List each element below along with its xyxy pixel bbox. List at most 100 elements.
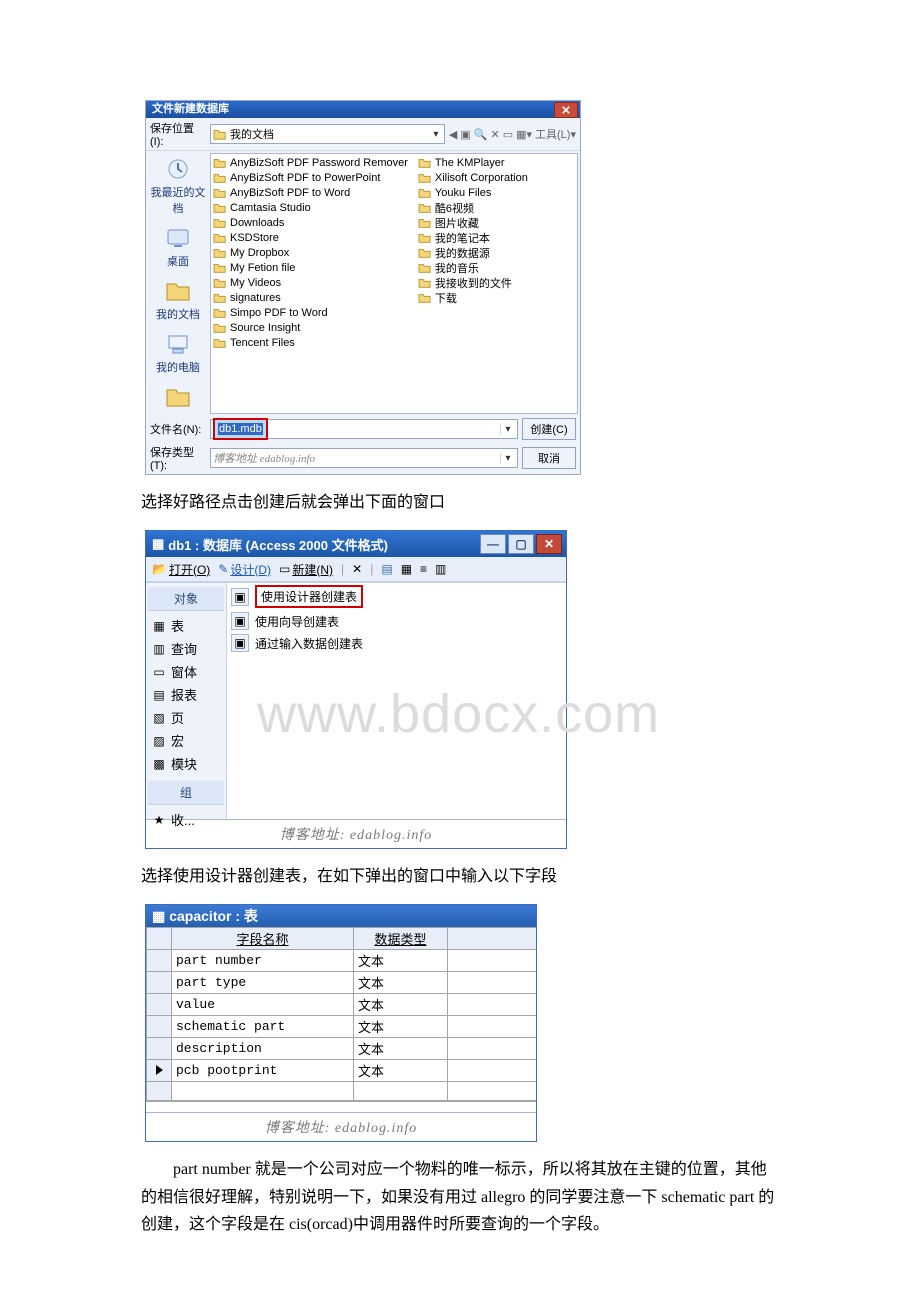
field-type-cell[interactable]: 文本 [354,1016,448,1038]
file-item[interactable]: Source Insight [213,321,408,335]
table-row[interactable]: part type文本 [147,972,537,994]
design-button[interactable]: ✎设计(D) [218,561,271,578]
file-item[interactable]: KSDStore [213,231,408,245]
field-type-cell[interactable]: 文本 [354,994,448,1016]
nav-item[interactable]: ▧页 [146,706,226,729]
row-selector[interactable] [147,950,172,972]
row-selector[interactable] [147,972,172,994]
maximize-icon[interactable]: ▢ [508,534,534,554]
file-item[interactable]: My Fetion file [213,261,408,275]
file-item[interactable]: My Dropbox [213,246,408,260]
option-designer[interactable]: ▣ 使用设计器创建表 [227,583,566,610]
field-extra-cell[interactable] [448,972,537,994]
option-entry[interactable]: ▣ 通过输入数据创建表 [227,632,566,654]
field-name-cell[interactable]: schematic part [172,1016,354,1038]
view-small-icon[interactable]: ▦ [401,562,412,576]
field-type-cell[interactable]: 文本 [354,950,448,972]
file-item[interactable]: My Videos [213,276,408,290]
sidebar-item-desktop[interactable]: 桌面 [146,224,210,269]
folder-icon [418,246,432,260]
row-selector[interactable] [147,994,172,1016]
file-item[interactable]: signatures [213,291,408,305]
field-name-cell[interactable]: value [172,994,354,1016]
new-button[interactable]: ▭新建(N) [279,561,333,578]
file-item[interactable]: AnyBizSoft PDF to Word [213,186,408,200]
field-extra-cell[interactable] [448,950,537,972]
field-extra-cell[interactable] [448,994,537,1016]
delete-icon[interactable]: ✕ [490,128,499,141]
nav-item[interactable]: ▦表 [146,614,226,637]
field-name-cell[interactable]: part number [172,950,354,972]
file-item[interactable]: Downloads [213,216,408,230]
table-row[interactable]: description文本 [147,1038,537,1060]
open-button[interactable]: 📂打开(O) [152,561,210,578]
file-item[interactable]: Simpo PDF to Word [213,306,408,320]
view-list-icon[interactable]: ≡ [420,562,427,576]
table-row[interactable]: pcb pootprint文本 [147,1060,537,1082]
filetype-field[interactable]: 博客地址 edablog.info ▾ [210,448,518,468]
filename-field[interactable]: db1.mdb ▾ [210,419,518,439]
option-wizard[interactable]: ▣ 使用向导创建表 [227,610,566,632]
file-item[interactable]: Xilisoft Corporation [418,171,575,185]
chevron-down-icon[interactable]: ▾ [500,453,515,464]
views-icon[interactable]: ▦▾ [516,128,532,141]
field-extra-cell[interactable] [448,1060,537,1082]
field-name-cell[interactable]: pcb pootprint [172,1060,354,1082]
row-selector[interactable] [147,1016,172,1038]
file-item[interactable]: 我的笔记本 [418,231,575,245]
file-item[interactable]: The KMPlayer [418,156,575,170]
file-list[interactable]: AnyBizSoft PDF Password RemoverAnyBizSof… [210,153,578,414]
file-item[interactable]: Camtasia Studio [213,201,408,215]
file-item[interactable]: 图片收藏 [418,216,575,230]
file-name: 图片收藏 [435,215,479,231]
table-row[interactable]: value文本 [147,994,537,1016]
up-icon[interactable]: ▣ [460,128,470,141]
view-large-icon[interactable]: ▤ [381,562,392,576]
field-extra-cell[interactable] [448,1016,537,1038]
field-type-cell[interactable]: 文本 [354,1038,448,1060]
nav-item[interactable]: ▨宏 [146,729,226,752]
file-item[interactable]: AnyBizSoft PDF to PowerPoint [213,171,408,185]
file-item[interactable]: AnyBizSoft PDF Password Remover [213,156,408,170]
chevron-down-icon[interactable]: ▾ [500,424,515,435]
back-icon[interactable]: ◀ [449,128,457,141]
field-type-cell[interactable]: 文本 [354,972,448,994]
file-item[interactable]: 下载 [418,291,575,305]
nav-item[interactable]: ▤报表 [146,683,226,706]
nav-item[interactable]: ▭窗体 [146,660,226,683]
field-extra-cell[interactable] [448,1038,537,1060]
row-selector[interactable] [147,1038,172,1060]
nav-item[interactable]: ▩模块 [146,752,226,775]
row-selector[interactable] [147,1060,172,1082]
create-button[interactable]: 创建(C) [522,418,576,440]
sidebar-item-mydocs[interactable]: 我的文档 [146,277,210,322]
table-row[interactable]: part number文本 [147,950,537,972]
file-item[interactable]: 酷6视频 [418,201,575,215]
minimize-icon[interactable]: — [480,534,506,554]
close-icon[interactable]: ✕ [536,534,562,554]
sidebar-item-extra[interactable] [146,383,210,412]
nav-item[interactable]: ▥查询 [146,637,226,660]
field-name-cell[interactable]: description [172,1038,354,1060]
tools-menu[interactable]: 工具(L)▾ [535,126,576,142]
table-row[interactable]: schematic part文本 [147,1016,537,1038]
file-item[interactable]: 我接收到的文件 [418,276,575,290]
view-details-icon[interactable]: ▥ [435,562,446,576]
save-in-dropdown[interactable]: 我的文档 ▾ [210,124,445,144]
file-item[interactable]: 我的音乐 [418,261,575,275]
nav-group-item[interactable]: ★ 收... [146,808,226,831]
cancel-button[interactable]: 取消 [522,447,576,469]
file-item[interactable]: Youku Files [418,186,575,200]
file-item[interactable]: 我的数据源 [418,246,575,260]
table-row[interactable] [147,1082,537,1101]
field-name-cell[interactable]: part type [172,972,354,994]
newfolder-icon[interactable]: ▭ [503,128,513,141]
sidebar-item-mycomputer[interactable]: 我的电脑 [146,330,210,375]
search-icon[interactable]: 🔍 [474,128,488,141]
delete-icon[interactable]: ✕ [352,562,362,576]
sidebar-item-recent[interactable]: 我最近的文档 [146,155,210,216]
file-item[interactable]: Tencent Files [213,336,408,350]
field-type-cell[interactable]: 文本 [354,1060,448,1082]
nav-item-label: 表 [171,616,184,635]
close-icon[interactable] [554,102,578,118]
